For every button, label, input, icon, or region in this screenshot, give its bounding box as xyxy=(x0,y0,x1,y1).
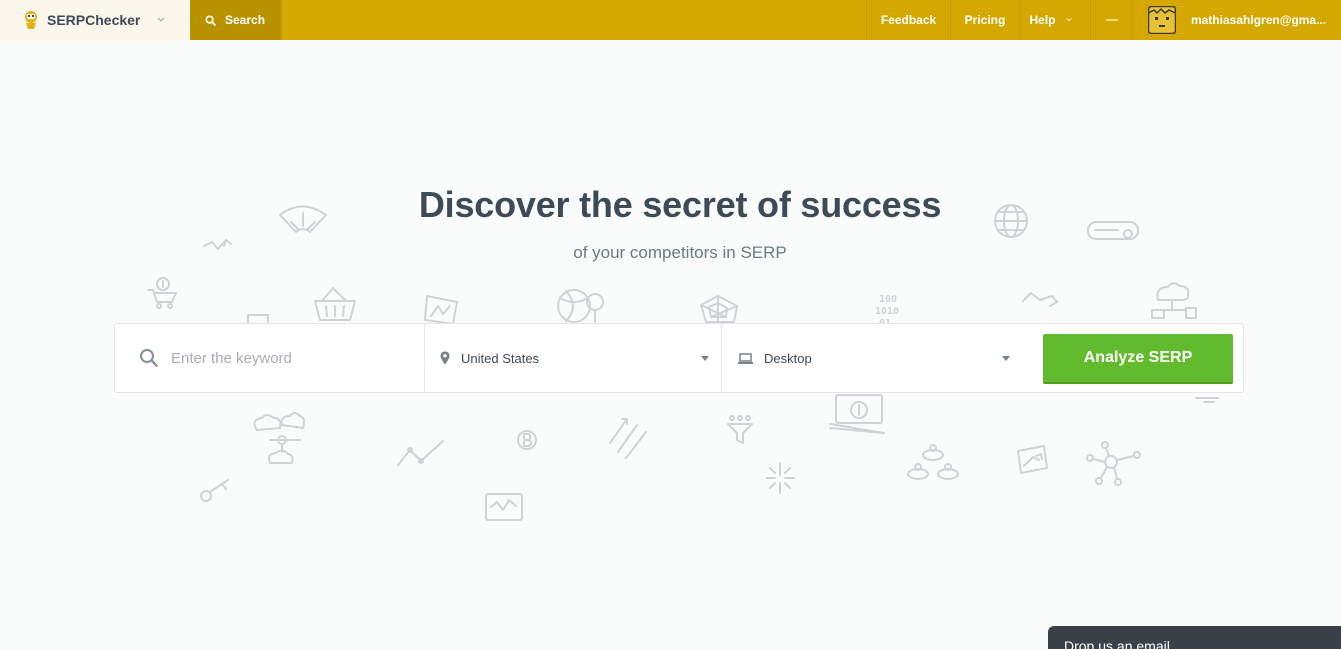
chevron-down-icon xyxy=(157,17,165,22)
tab-search-label: Search xyxy=(225,13,266,27)
svg-text:1010: 1010 xyxy=(875,306,899,317)
analyze-serp-button[interactable]: Analyze SERP xyxy=(1043,334,1233,382)
page-title: Discover the secret of success xyxy=(418,184,942,225)
line-chart-icon xyxy=(397,440,444,466)
cloud-hierarchy-icon xyxy=(253,412,305,464)
brand-name: SERPChecker xyxy=(47,12,141,28)
avatar xyxy=(1148,6,1176,34)
keyword-input[interactable] xyxy=(171,349,421,367)
burst-icon xyxy=(766,462,795,494)
laptop-dollar-icon xyxy=(829,394,885,434)
growth-picture-icon xyxy=(1017,445,1048,474)
more-icon xyxy=(1105,19,1118,21)
chart-picture-icon xyxy=(424,295,458,325)
keyword-field xyxy=(115,323,425,393)
search-icon xyxy=(205,14,216,26)
device-select-value: Desktop xyxy=(764,350,812,366)
nav-more-menu[interactable] xyxy=(1090,0,1132,40)
top-navigation-bar: SERPChecker Search Feedback Pricing Help xyxy=(0,0,1341,40)
caret-down-icon xyxy=(701,356,709,361)
nav-pricing[interactable]: Pricing xyxy=(950,0,1019,40)
laptop-icon xyxy=(738,352,753,364)
network-hub-icon xyxy=(1086,441,1141,486)
user-account-menu[interactable]: mathiasahlgren@gma... xyxy=(1132,0,1341,40)
web-icon xyxy=(700,295,738,323)
key-icon xyxy=(200,479,229,502)
serpchecker-logo-icon xyxy=(25,11,37,29)
nav-help-label: Help xyxy=(1029,13,1056,27)
page-subtitle: of your competitors in SERP xyxy=(573,243,787,262)
email-chat-label: Drop us an email xyxy=(1064,638,1170,649)
dots-icon xyxy=(1195,397,1219,403)
chevron-down-icon xyxy=(1065,18,1072,22)
user-email: mathiasahlgren@gma... xyxy=(1191,13,1327,27)
nav-help[interactable]: Help xyxy=(1019,0,1090,40)
meeting-icon xyxy=(907,444,959,480)
location-pin-icon xyxy=(440,351,450,365)
basket-icon xyxy=(314,287,356,321)
svg-text:100: 100 xyxy=(879,294,897,305)
device-select[interactable]: Desktop xyxy=(722,323,1022,393)
topbar-spacer xyxy=(281,0,866,40)
trend-line-icon xyxy=(1022,292,1058,307)
growth-arrows-icon xyxy=(609,418,647,459)
email-chat-widget[interactable]: Drop us an email xyxy=(1048,626,1341,649)
search-icon xyxy=(139,348,158,367)
cloud-network-icon xyxy=(1151,282,1197,319)
card-icon xyxy=(247,314,269,323)
shopping-cart-icon xyxy=(147,277,177,309)
country-select[interactable]: United States xyxy=(425,323,722,393)
nav-feedback[interactable]: Feedback xyxy=(866,0,950,40)
analytics-magnifier-icon xyxy=(557,289,604,324)
dashboard-picture-icon xyxy=(485,493,523,521)
funnel-icon xyxy=(727,415,753,444)
bitcoin-icon xyxy=(517,430,537,450)
serp-search-form: United States Desktop Analyze SERP xyxy=(114,323,1244,393)
brand-switcher[interactable]: SERPChecker xyxy=(0,0,190,40)
caret-down-icon xyxy=(1002,356,1010,361)
tab-search[interactable]: Search xyxy=(190,0,281,40)
country-select-value: United States xyxy=(461,350,540,366)
